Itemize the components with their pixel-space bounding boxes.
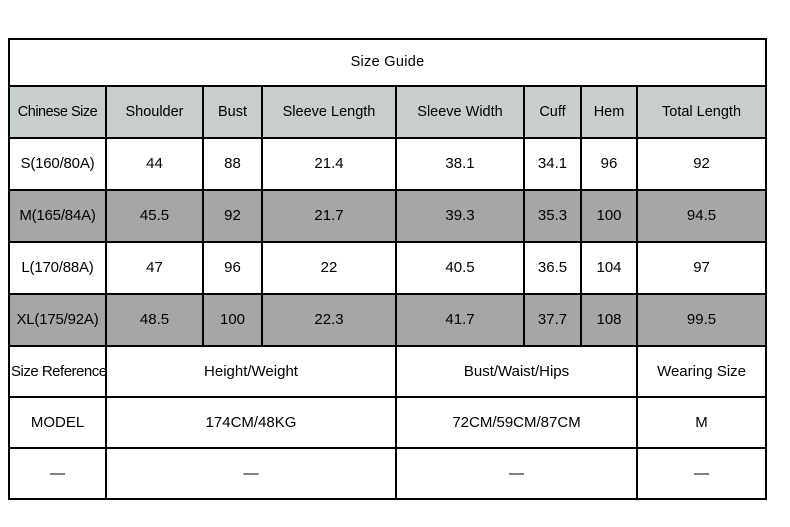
table-row: S(160/80A) 44 88 21.4 38.1 34.1 96 92 [8, 137, 768, 191]
column-header-sleeve-length: Sleeve Length [261, 85, 397, 139]
reference-model-row: MODEL 174CM/48KG 72CM/59CM/87CM M [8, 396, 768, 449]
reference-empty-height-weight: — [105, 447, 397, 500]
cell-shoulder: 45.5 [105, 189, 204, 243]
cell-chinese-size: M(165/84A) [8, 189, 107, 243]
cell-hem: 104 [580, 241, 638, 295]
cell-hem: 96 [580, 137, 638, 191]
size-guide-container: Size Guide Chinese Size Shoulder Bust Sl… [7, 38, 768, 500]
reference-value-height-weight: 174CM/48KG [105, 396, 397, 449]
reference-value-model: MODEL [8, 396, 107, 449]
reference-header-row: Size Reference Height/Weight Bust/Waist/… [8, 345, 768, 398]
size-guide-table: Size Guide Chinese Size Shoulder Bust Sl… [7, 38, 768, 500]
cell-cuff: 35.3 [523, 189, 582, 243]
reference-label-wearing-size: Wearing Size [635, 345, 768, 398]
reference-empty-model: — [8, 447, 107, 500]
cell-total-length: 99.5 [635, 293, 768, 347]
cell-bust: 100 [202, 293, 263, 347]
column-header-chinese-size: Chinese Size [8, 85, 107, 139]
cell-hem: 108 [580, 293, 638, 347]
column-header-sleeve-width: Sleeve Width [395, 85, 525, 139]
table-row: M(165/84A) 45.5 92 21.7 39.3 35.3 100 94… [8, 189, 768, 243]
column-header-hem: Hem [580, 85, 638, 139]
cell-chinese-size: L(170/88A) [8, 241, 107, 295]
cell-shoulder: 47 [105, 241, 204, 295]
cell-hem: 100 [580, 189, 638, 243]
reference-label-bust-waist-hips: Bust/Waist/Hips [395, 345, 638, 398]
cell-sleeve-width: 40.5 [395, 241, 525, 295]
reference-label-height-weight: Height/Weight [105, 345, 397, 398]
cell-bust: 88 [202, 137, 263, 191]
cell-cuff: 36.5 [523, 241, 582, 295]
cell-chinese-size: XL(175/92A) [8, 293, 107, 347]
cell-cuff: 37.7 [523, 293, 582, 347]
cell-sleeve-length: 22.3 [261, 293, 397, 347]
table-row: XL(175/92A) 48.5 100 22.3 41.7 37.7 108 … [8, 293, 768, 347]
reference-value-wearing-size: M [635, 396, 768, 449]
reference-label-size-reference: Size Reference [8, 345, 107, 398]
cell-total-length: 92 [635, 137, 768, 191]
cell-sleeve-width: 39.3 [395, 189, 525, 243]
cell-total-length: 94.5 [635, 189, 768, 243]
cell-sleeve-width: 41.7 [395, 293, 525, 347]
column-header-total-length: Total Length [635, 85, 768, 139]
cell-chinese-size: S(160/80A) [8, 137, 107, 191]
reference-empty-row: — — — — [8, 447, 768, 500]
cell-sleeve-width: 38.1 [395, 137, 525, 191]
cell-bust: 92 [202, 189, 263, 243]
cell-shoulder: 48.5 [105, 293, 204, 347]
cell-shoulder: 44 [105, 137, 204, 191]
cell-bust: 96 [202, 241, 263, 295]
column-header-cuff: Cuff [523, 85, 582, 139]
column-header-bust: Bust [202, 85, 263, 139]
title-row: Size Guide [7, 38, 768, 87]
reference-value-bust-waist-hips: 72CM/59CM/87CM [395, 396, 638, 449]
page-title: Size Guide [7, 38, 768, 87]
cell-cuff: 34.1 [523, 137, 582, 191]
reference-empty-wearing-size: — [635, 447, 768, 500]
cell-sleeve-length: 21.4 [261, 137, 397, 191]
column-header-shoulder: Shoulder [105, 85, 204, 139]
cell-sleeve-length: 21.7 [261, 189, 397, 243]
cell-sleeve-length: 22 [261, 241, 397, 295]
reference-empty-bust-waist-hips: — [395, 447, 638, 500]
cell-total-length: 97 [635, 241, 768, 295]
table-row: L(170/88A) 47 96 22 40.5 36.5 104 97 [8, 241, 768, 295]
table-header-row: Chinese Size Shoulder Bust Sleeve Length… [8, 85, 768, 139]
